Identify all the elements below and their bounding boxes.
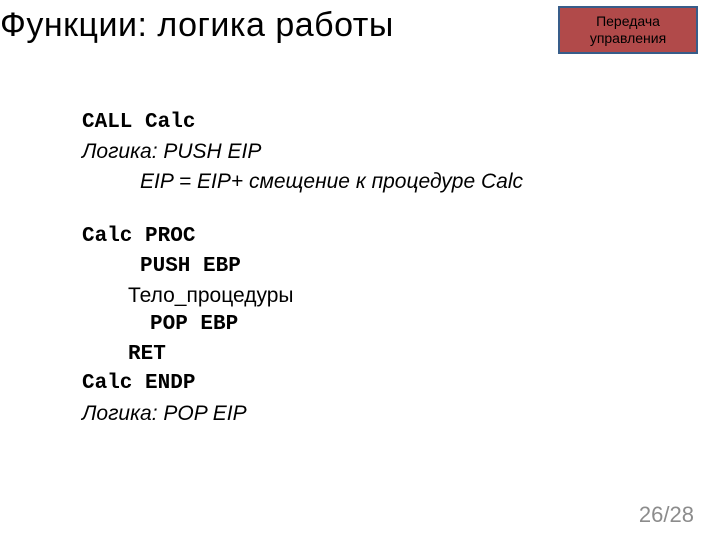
code-line: Calc PROC (82, 222, 642, 251)
topic-badge: Передача управления (558, 6, 698, 54)
code-line: PUSH EBP (82, 252, 642, 281)
code-line: CALL Calc (82, 108, 642, 137)
badge-line: Передача (596, 13, 660, 31)
page-current: 26 (639, 502, 663, 527)
badge-line: управления (590, 30, 666, 48)
logic-label: Логика: (82, 402, 163, 425)
logic-instr: PUSH EIP (163, 140, 261, 163)
logic-line: Логика: POP EIP (82, 399, 642, 428)
page-total: 28 (670, 502, 694, 527)
logic-line: EIP = EIP+ смещение к процедуре Calc (82, 167, 642, 196)
code-block: CALL Calc Логика: PUSH EIP EIP = EIP+ см… (82, 108, 642, 428)
code-line: POP EBP (82, 310, 642, 339)
code-line: Calc ENDP (82, 369, 642, 398)
code-line: RET (82, 340, 642, 369)
slide-title: Функции: логика работы (0, 6, 394, 45)
logic-line: Логика: PUSH EIP (82, 137, 642, 166)
logic-label: Логика: (82, 140, 163, 163)
logic-instr: POP EIP (163, 402, 246, 425)
code-line: Тело_процедуры (82, 281, 642, 310)
page-indicator: 26/28 (639, 502, 694, 528)
